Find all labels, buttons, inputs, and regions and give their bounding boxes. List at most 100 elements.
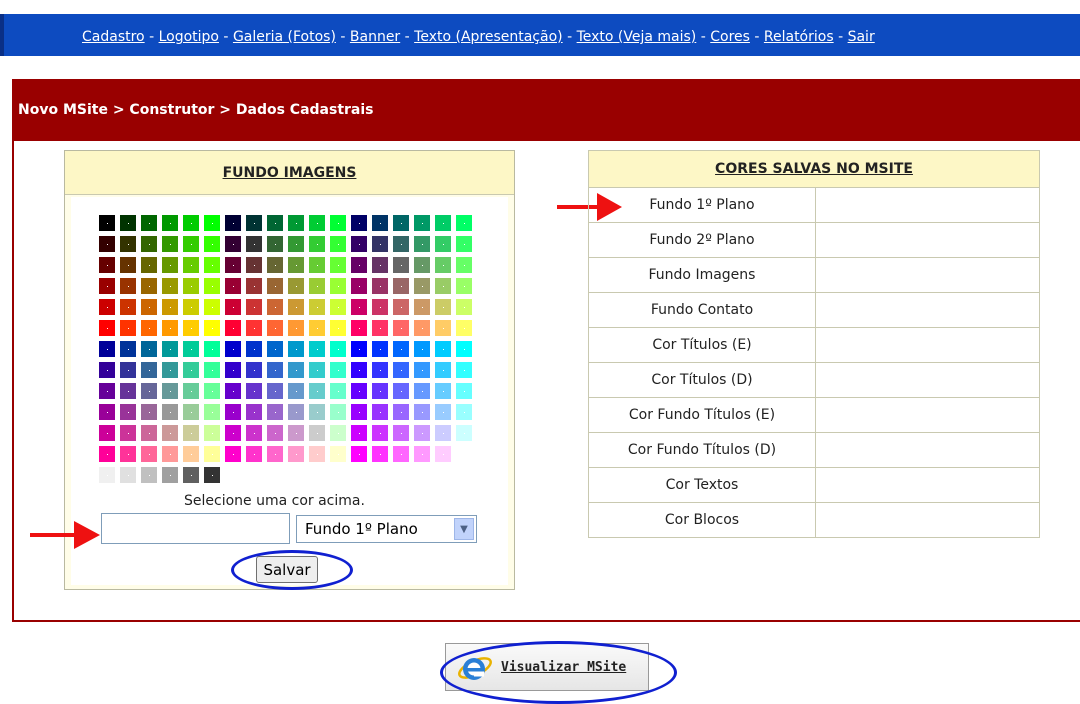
palette-swatch[interactable] bbox=[119, 277, 137, 295]
palette-swatch[interactable] bbox=[182, 403, 200, 421]
palette-swatch[interactable] bbox=[392, 319, 410, 337]
palette-swatch[interactable] bbox=[140, 382, 158, 400]
palette-swatch[interactable] bbox=[455, 445, 473, 463]
color-value-input[interactable] bbox=[101, 513, 290, 544]
palette-swatch[interactable] bbox=[371, 403, 389, 421]
palette-swatch[interactable] bbox=[308, 214, 326, 232]
palette-swatch[interactable] bbox=[413, 361, 431, 379]
palette-swatch[interactable] bbox=[287, 277, 305, 295]
palette-swatch[interactable] bbox=[350, 277, 368, 295]
nav-link-texto-veja-mais[interactable]: Texto (Veja mais) bbox=[577, 29, 697, 45]
palette-swatch[interactable] bbox=[119, 382, 137, 400]
palette-swatch[interactable] bbox=[434, 298, 452, 316]
palette-swatch[interactable] bbox=[182, 235, 200, 253]
palette-swatch[interactable] bbox=[203, 445, 221, 463]
palette-swatch[interactable] bbox=[245, 277, 263, 295]
palette-swatch[interactable] bbox=[350, 214, 368, 232]
palette-swatch[interactable] bbox=[308, 403, 326, 421]
palette-swatch[interactable] bbox=[245, 298, 263, 316]
palette-swatch[interactable] bbox=[266, 277, 284, 295]
palette-swatch[interactable] bbox=[203, 277, 221, 295]
palette-swatch[interactable] bbox=[119, 445, 137, 463]
palette-swatch[interactable] bbox=[98, 235, 116, 253]
palette-swatch[interactable] bbox=[455, 298, 473, 316]
palette-swatch[interactable] bbox=[203, 382, 221, 400]
palette-swatch[interactable] bbox=[392, 361, 410, 379]
palette-swatch[interactable] bbox=[203, 466, 221, 484]
palette-swatch[interactable] bbox=[98, 340, 116, 358]
palette-swatch[interactable] bbox=[413, 235, 431, 253]
palette-swatch[interactable] bbox=[350, 235, 368, 253]
palette-swatch[interactable] bbox=[329, 256, 347, 274]
palette-swatch[interactable] bbox=[245, 340, 263, 358]
palette-swatch[interactable] bbox=[434, 403, 452, 421]
palette-swatch[interactable] bbox=[371, 361, 389, 379]
palette-swatch[interactable] bbox=[140, 277, 158, 295]
palette-swatch[interactable] bbox=[329, 403, 347, 421]
palette-swatch[interactable] bbox=[98, 424, 116, 442]
palette-swatch[interactable] bbox=[371, 235, 389, 253]
nav-link-cadastro[interactable]: Cadastro bbox=[82, 29, 145, 45]
palette-swatch[interactable] bbox=[434, 214, 452, 232]
palette-swatch[interactable] bbox=[140, 445, 158, 463]
palette-swatch[interactable] bbox=[371, 445, 389, 463]
palette-swatch[interactable] bbox=[329, 424, 347, 442]
palette-swatch[interactable] bbox=[392, 403, 410, 421]
palette-swatch[interactable] bbox=[329, 445, 347, 463]
palette-swatch[interactable] bbox=[371, 298, 389, 316]
palette-swatch[interactable] bbox=[119, 319, 137, 337]
palette-swatch[interactable] bbox=[245, 382, 263, 400]
palette-swatch[interactable] bbox=[119, 235, 137, 253]
palette-swatch[interactable] bbox=[161, 214, 179, 232]
nav-link-texto-apresenta-o[interactable]: Texto (Apresentação) bbox=[414, 29, 562, 45]
palette-swatch[interactable] bbox=[287, 340, 305, 358]
palette-swatch[interactable] bbox=[203, 361, 221, 379]
palette-swatch[interactable] bbox=[161, 319, 179, 337]
palette-swatch[interactable] bbox=[203, 319, 221, 337]
palette-swatch[interactable] bbox=[203, 403, 221, 421]
palette-swatch[interactable] bbox=[182, 382, 200, 400]
palette-swatch[interactable] bbox=[245, 445, 263, 463]
palette-swatch[interactable] bbox=[266, 445, 284, 463]
palette-swatch[interactable] bbox=[203, 424, 221, 442]
palette-swatch[interactable] bbox=[161, 424, 179, 442]
palette-swatch[interactable] bbox=[392, 277, 410, 295]
palette-swatch[interactable] bbox=[287, 403, 305, 421]
palette-swatch[interactable] bbox=[434, 235, 452, 253]
palette-swatch[interactable] bbox=[287, 424, 305, 442]
palette-swatch[interactable] bbox=[308, 235, 326, 253]
nav-link-relat-rios[interactable]: Relatórios bbox=[764, 29, 834, 45]
palette-swatch[interactable] bbox=[434, 382, 452, 400]
palette-swatch[interactable] bbox=[455, 403, 473, 421]
palette-swatch[interactable] bbox=[98, 466, 116, 484]
palette-swatch[interactable] bbox=[455, 361, 473, 379]
palette-swatch[interactable] bbox=[308, 256, 326, 274]
palette-swatch[interactable] bbox=[119, 256, 137, 274]
palette-swatch[interactable] bbox=[413, 340, 431, 358]
palette-swatch[interactable] bbox=[224, 214, 242, 232]
palette-swatch[interactable] bbox=[350, 361, 368, 379]
palette-swatch[interactable] bbox=[350, 403, 368, 421]
palette-swatch[interactable] bbox=[413, 403, 431, 421]
palette-swatch[interactable] bbox=[119, 466, 137, 484]
palette-swatch[interactable] bbox=[434, 424, 452, 442]
palette-swatch[interactable] bbox=[203, 256, 221, 274]
chevron-down-icon[interactable]: ▼ bbox=[454, 518, 474, 540]
palette-swatch[interactable] bbox=[98, 361, 116, 379]
palette-swatch[interactable] bbox=[224, 340, 242, 358]
palette-swatch[interactable] bbox=[413, 214, 431, 232]
palette-swatch[interactable] bbox=[392, 235, 410, 253]
palette-swatch[interactable] bbox=[266, 256, 284, 274]
palette-swatch[interactable] bbox=[434, 445, 452, 463]
palette-swatch[interactable] bbox=[308, 319, 326, 337]
palette-swatch[interactable] bbox=[308, 424, 326, 442]
palette-swatch[interactable] bbox=[119, 361, 137, 379]
palette-swatch[interactable] bbox=[245, 235, 263, 253]
palette-swatch[interactable] bbox=[119, 340, 137, 358]
palette-swatch[interactable] bbox=[329, 214, 347, 232]
palette-swatch[interactable] bbox=[161, 340, 179, 358]
palette-swatch[interactable] bbox=[245, 319, 263, 337]
palette-swatch[interactable] bbox=[455, 319, 473, 337]
palette-swatch[interactable] bbox=[287, 214, 305, 232]
palette-swatch[interactable] bbox=[329, 340, 347, 358]
